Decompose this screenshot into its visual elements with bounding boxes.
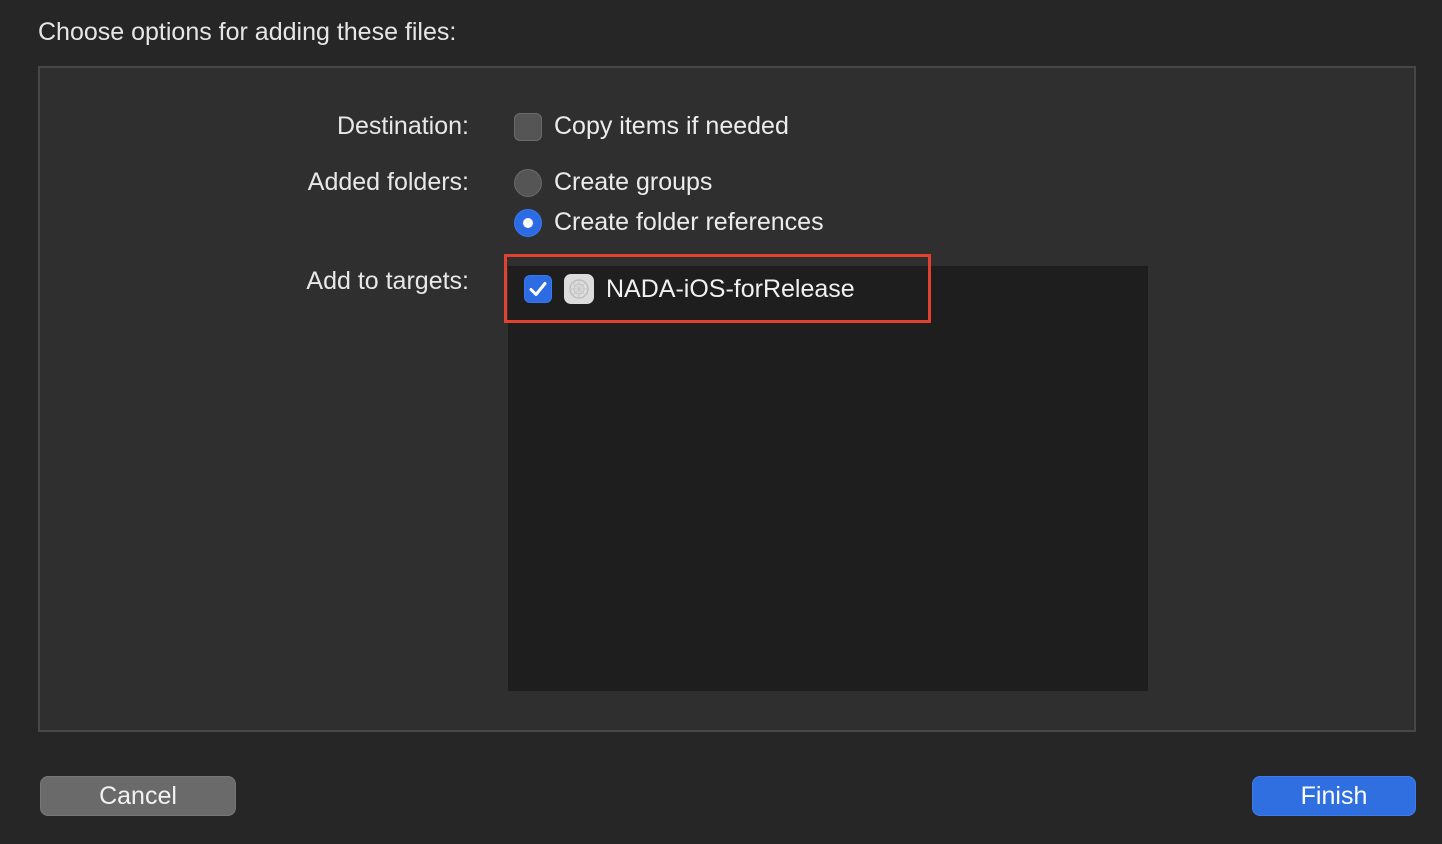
radio-create-folder-references-circle[interactable] (514, 208, 542, 237)
copy-items-label: Copy items if needed (554, 112, 789, 140)
checkmark-icon (529, 282, 547, 296)
target-row[interactable]: NADA-iOS-forRelease (524, 274, 855, 304)
added-folders-label: Added folders: (307, 168, 469, 196)
finish-button[interactable]: Finish (1252, 776, 1416, 816)
radio-create-folder-references-label: Create folder references (554, 208, 824, 236)
target-name: NADA-iOS-forRelease (606, 274, 855, 303)
destination-label: Destination: (336, 112, 469, 140)
targets-list[interactable]: NADA-iOS-forRelease (508, 266, 1148, 691)
add-to-targets-label: Add to targets: (306, 267, 469, 295)
copy-items-checkbox-row[interactable]: Copy items if needed (514, 112, 789, 141)
radio-create-groups[interactable]: Create groups (514, 168, 712, 197)
target-checkbox[interactable] (524, 275, 552, 303)
cancel-button[interactable]: Cancel (40, 776, 236, 816)
radio-create-groups-label: Create groups (554, 168, 713, 196)
radio-create-groups-circle[interactable] (514, 168, 542, 197)
radio-create-folder-references[interactable]: Create folder references (514, 208, 824, 237)
copy-items-checkbox[interactable] (514, 112, 542, 141)
options-panel: Destination: Copy items if needed Added … (38, 66, 1416, 732)
app-target-icon (564, 274, 594, 304)
dialog-title: Choose options for adding these files: (38, 18, 457, 46)
